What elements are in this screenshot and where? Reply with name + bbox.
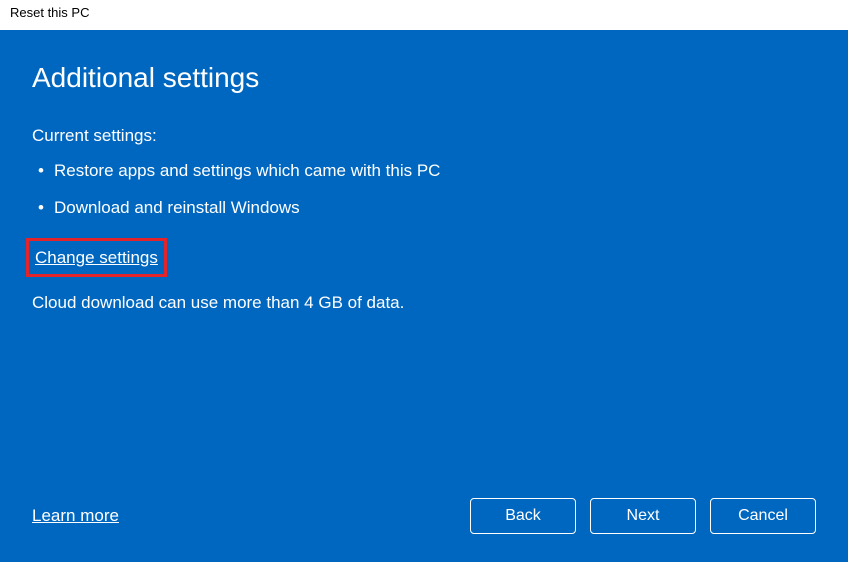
list-item: Download and reinstall Windows [32, 194, 816, 221]
learn-more-link[interactable]: Learn more [32, 506, 119, 526]
current-settings-label: Current settings: [32, 122, 816, 149]
title-bar: Reset this PC [0, 0, 848, 30]
dialog-body: Additional settings Current settings: Re… [0, 30, 848, 562]
change-settings-link[interactable]: Change settings [35, 248, 158, 267]
content-area: Current settings: Restore apps and setti… [32, 122, 816, 316]
back-button[interactable]: Back [470, 498, 576, 534]
change-settings-highlight: Change settings [26, 238, 167, 277]
next-button[interactable]: Next [590, 498, 696, 534]
button-row: Back Next Cancel [470, 498, 816, 534]
page-title: Additional settings [32, 62, 816, 94]
cloud-download-note: Cloud download can use more than 4 GB of… [32, 289, 816, 316]
dialog-footer: Learn more Back Next Cancel [32, 498, 816, 534]
cancel-button[interactable]: Cancel [710, 498, 816, 534]
window-title: Reset this PC [10, 5, 89, 20]
settings-list: Restore apps and settings which came wit… [32, 157, 816, 221]
list-item: Restore apps and settings which came wit… [32, 157, 816, 184]
